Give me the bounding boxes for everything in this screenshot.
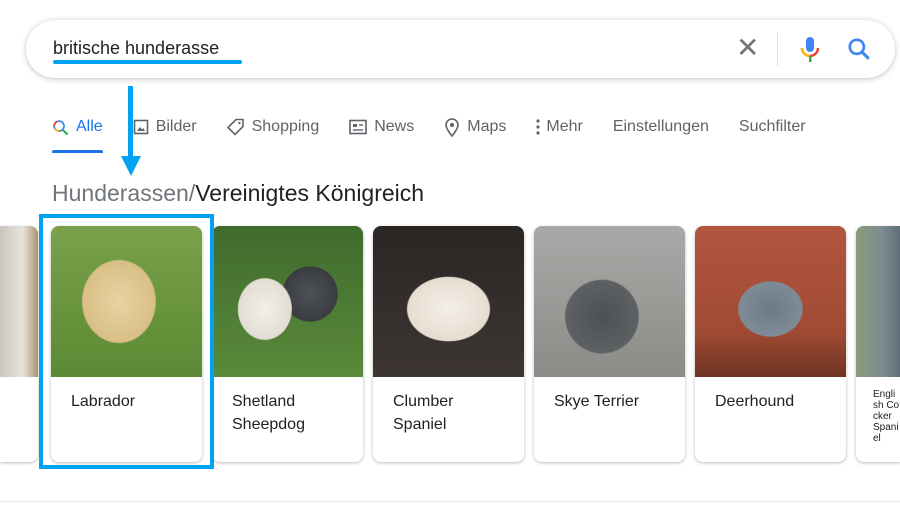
breed-card[interactable] — [0, 226, 38, 462]
breed-card-deerhound[interactable]: Deerhound — [695, 226, 846, 462]
breed-card-english-cocker-spaniel[interactable]: English Cocker Spaniel — [856, 226, 900, 462]
breed-image — [534, 226, 685, 377]
breed-image — [0, 226, 38, 377]
breed-image — [856, 226, 900, 377]
query-highlight-underline — [53, 60, 242, 64]
tag-icon — [226, 118, 245, 136]
breed-label: Deerhound — [715, 393, 795, 410]
tab-maps[interactable]: Maps — [444, 116, 506, 138]
map-pin-icon — [444, 117, 460, 137]
tab-news[interactable]: News — [349, 116, 414, 138]
tab-label: Mehr — [546, 118, 583, 135]
microphone-icon[interactable] — [799, 36, 821, 69]
tab-mehr[interactable]: Mehr — [536, 116, 583, 138]
breed-label: Shetland Sheepdog — [232, 393, 305, 433]
tab-bilder[interactable]: Bilder — [133, 116, 197, 138]
close-icon[interactable]: ✕ — [736, 34, 759, 62]
search-tabs: Alle Bilder Shopping News Maps Mehr Eins… — [52, 116, 806, 153]
newspaper-icon — [349, 119, 368, 135]
breed-card-skye-terrier[interactable]: Skye Terrier — [534, 226, 685, 462]
tab-alle[interactable]: Alle — [52, 116, 103, 153]
search-icon — [52, 119, 69, 136]
breed-image — [695, 226, 846, 377]
breadcrumb-parent[interactable]: Hunderassen — [52, 180, 189, 206]
breadcrumb: Hunderassen/Vereinigtes Königreich — [52, 180, 424, 207]
tab-label: Suchfilter — [738, 118, 806, 135]
tab-label: Einstellungen — [612, 118, 709, 135]
tab-suchfilter[interactable]: Suchfilter — [739, 116, 806, 138]
tab-label: News — [374, 118, 415, 135]
breed-image — [212, 226, 363, 377]
breed-card-clumber-spaniel[interactable]: Clumber Spaniel — [373, 226, 524, 462]
breed-image — [373, 226, 524, 377]
tab-label: Maps — [467, 118, 507, 135]
annotation-highlight-box — [39, 214, 214, 469]
breed-label: English Cocker Spaniel — [873, 389, 900, 444]
tab-label: Shopping — [251, 118, 320, 135]
breadcrumb-current: Vereinigtes Königreich — [195, 180, 425, 206]
more-vert-icon — [536, 119, 540, 135]
divider — [777, 32, 778, 66]
search-query[interactable]: britische hunderasse — [53, 38, 219, 59]
breed-label: Skye Terrier — [554, 393, 640, 410]
breed-label — [0, 377, 40, 403]
tab-einstellungen[interactable]: Einstellungen — [613, 116, 709, 138]
annotation-arrow-icon — [121, 86, 141, 176]
breed-label: Clumber Spaniel — [393, 393, 454, 433]
search-icon[interactable] — [846, 36, 872, 67]
tab-label: Bilder — [155, 118, 197, 135]
tab-label: Alle — [76, 118, 103, 135]
search-box[interactable]: britische hunderasse ✕ — [26, 20, 895, 78]
divider — [0, 501, 900, 502]
tab-shopping[interactable]: Shopping — [226, 116, 320, 138]
breed-card-shetland-sheepdog[interactable]: Shetland Sheepdog — [212, 226, 363, 462]
